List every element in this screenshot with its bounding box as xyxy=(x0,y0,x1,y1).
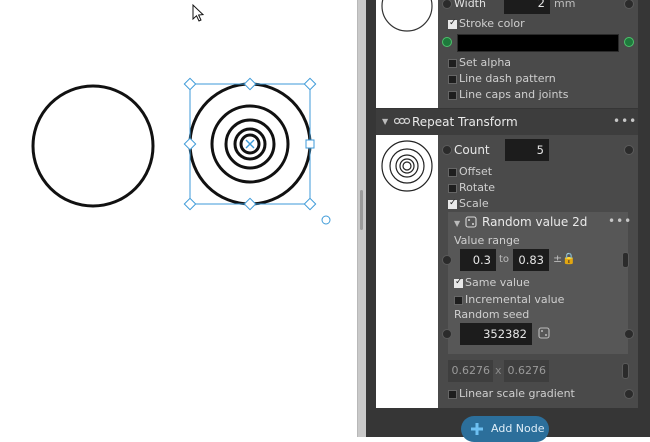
repeat-node-menu-icon[interactable]: ••• xyxy=(613,114,637,128)
scale-sep: x xyxy=(495,364,502,377)
random-node-menu-icon[interactable]: ••• xyxy=(608,214,632,228)
random-seed-field[interactable]: 352382 xyxy=(460,323,532,345)
linear-scale-gradient-checkbox[interactable] xyxy=(448,390,457,399)
range-output-connector[interactable] xyxy=(622,252,629,268)
randomize-dice-icon[interactable] xyxy=(538,327,551,340)
stroke-node-preview xyxy=(376,0,438,108)
range-lock-text: ± xyxy=(553,252,563,265)
handle-bottom-right xyxy=(303,197,317,211)
line-caps-checkbox[interactable] xyxy=(448,91,457,100)
set-alpha-label: Set alpha xyxy=(459,56,512,69)
stroke-color-swatch[interactable] xyxy=(457,34,619,52)
count-label: Count xyxy=(454,143,490,157)
width-label: Width xyxy=(454,0,486,10)
range-input-connector[interactable] xyxy=(442,255,452,265)
value-range-label: Value range xyxy=(454,234,520,247)
line-dash-checkbox[interactable] xyxy=(448,75,457,84)
circle-shape xyxy=(31,84,155,208)
handle-left xyxy=(183,137,197,151)
dice-icon xyxy=(465,216,477,228)
count-field[interactable]: 5 xyxy=(505,139,549,161)
line-dash-label: Line dash pattern xyxy=(459,72,556,85)
drawing-canvas[interactable] xyxy=(0,0,357,437)
rotate-handle xyxy=(321,215,331,225)
handle-bottom xyxy=(243,197,257,211)
plus-icon xyxy=(471,423,483,435)
repeat-icon xyxy=(394,117,410,125)
scale-x-field[interactable]: 0.6276 xyxy=(448,360,493,382)
stroke-color-label: Stroke color xyxy=(459,17,525,30)
random-seed-label: Random seed xyxy=(454,308,530,321)
count-output-connector[interactable] xyxy=(624,145,634,155)
random-value-2d-title: Random value 2d xyxy=(482,215,588,229)
line-caps-label: Line caps and joints xyxy=(459,88,569,101)
handle-bottom-left xyxy=(183,197,197,211)
handle-top xyxy=(243,77,257,91)
set-alpha-checkbox[interactable] xyxy=(448,59,457,68)
handle-right xyxy=(305,139,315,149)
incremental-value-checkbox[interactable] xyxy=(454,296,463,305)
repeat-transform-title: Repeat Transform xyxy=(412,115,518,129)
offset-label: Offset xyxy=(459,165,493,178)
panel-splitter[interactable] xyxy=(357,0,366,437)
seed-output-connector[interactable] xyxy=(624,329,634,339)
width-unit: mm xyxy=(554,0,576,10)
random-collapse-caret-icon[interactable]: ▼ xyxy=(454,219,460,228)
same-value-label: Same value xyxy=(465,276,530,289)
rotate-label: Rotate xyxy=(459,181,496,194)
handle-top-left xyxy=(183,77,197,91)
stroke-preview-svg xyxy=(381,0,433,32)
linear-scale-gradient-label: Linear scale gradient xyxy=(459,387,575,400)
incremental-value-label: Incremental value xyxy=(465,293,565,306)
range-lock-icon[interactable]: ±🔒 xyxy=(553,252,576,265)
repeat-node-preview xyxy=(376,135,438,408)
gradient-output-connector[interactable] xyxy=(624,389,634,399)
add-node-label: Add Node xyxy=(491,422,545,435)
stroke-color-output-connector[interactable] xyxy=(624,37,634,47)
stroke-color-checkbox[interactable] xyxy=(448,18,457,29)
scale-y-field[interactable]: 0.6276 xyxy=(504,360,549,382)
count-input-connector[interactable] xyxy=(442,145,452,155)
offset-checkbox[interactable] xyxy=(448,168,457,177)
range-to-label: to xyxy=(499,254,510,265)
same-value-checkbox[interactable] xyxy=(454,277,463,288)
stroke-color-input-connector[interactable] xyxy=(442,37,452,47)
width-field[interactable]: 2 xyxy=(504,0,550,14)
collapse-caret-icon[interactable]: ▼ xyxy=(382,117,388,126)
arrow-cursor-icon xyxy=(192,3,205,22)
canvas-svg xyxy=(31,3,331,225)
repeat-preview-svg xyxy=(381,140,433,192)
splitter-grip[interactable] xyxy=(360,190,363,230)
seed-input-connector[interactable] xyxy=(442,329,452,339)
node-panel: Width 2 mm Stroke color Set alpha Line d… xyxy=(366,0,650,442)
range-max-field[interactable]: 0.83 xyxy=(513,249,549,271)
add-node-button[interactable]: Add Node xyxy=(461,416,549,442)
scale-checkbox[interactable] xyxy=(448,198,457,209)
scale-output-connector[interactable] xyxy=(622,363,629,379)
scale-label: Scale xyxy=(459,197,489,210)
rotate-checkbox[interactable] xyxy=(448,184,457,193)
handle-top-right xyxy=(303,77,317,91)
range-min-field[interactable]: 0.3 xyxy=(460,249,496,271)
